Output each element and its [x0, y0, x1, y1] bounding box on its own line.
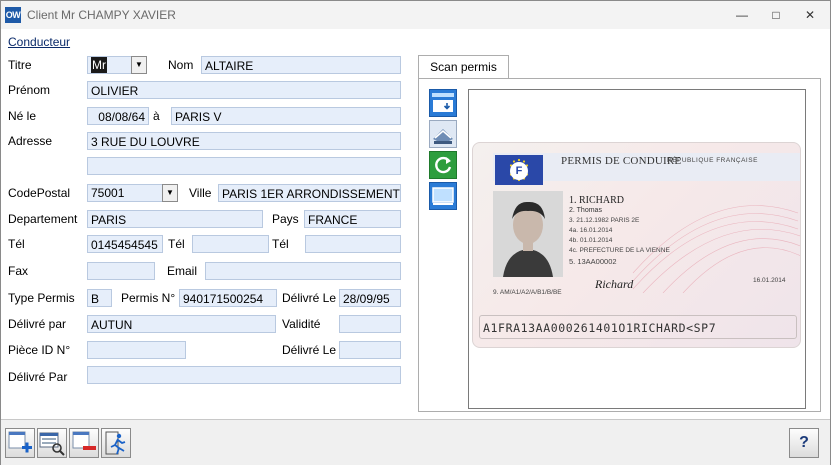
adresse2-field[interactable] [87, 157, 401, 175]
codepostal-label: CodePostal [8, 186, 71, 200]
prenom-field[interactable]: OLIVIER [87, 81, 401, 99]
view-glyph [432, 187, 454, 205]
card-title: PERMIS DE CONDUIRE [561, 155, 682, 167]
chevron-down-icon[interactable]: ▼ [131, 56, 147, 74]
licence-photo [493, 191, 563, 277]
close-icon[interactable]: ✕ [799, 5, 821, 25]
type-permis-label: Type Permis [8, 291, 75, 305]
departement-label: Departement [8, 212, 78, 226]
card-number-line: 5. 13AA00002 [569, 257, 617, 266]
rotate-glyph [435, 156, 452, 174]
delete-icon [72, 431, 96, 450]
scan-preview: F PERMIS DE CONDUIRE RÉPUBLIQUE FRANÇAIS… [468, 89, 806, 409]
tel-label: Tél [8, 237, 25, 251]
help-button[interactable]: ? [789, 428, 819, 458]
form-area: Conducteur Titre Mr ▼ Nom ALTAIRE Prénom… [1, 29, 830, 419]
country-badge: F [510, 162, 528, 180]
permis-no-field[interactable]: 940171500254 [179, 289, 277, 307]
client-window: OW Client Mr CHAMPY XAVIER — □ ✕ Conduct… [0, 0, 831, 465]
scan-panel: F PERMIS DE CONDUIRE RÉPUBLIQUE FRANÇAIS… [418, 78, 821, 412]
delivre-par-field[interactable]: AUTUN [87, 315, 276, 333]
card-signature: Richard [595, 277, 634, 291]
ne-le-label: Né le [8, 109, 37, 123]
titre-value: Mr [91, 57, 107, 73]
titre-label: Titre [8, 58, 32, 72]
adresse-field[interactable]: 3 RUE DU LOUVRE [87, 132, 401, 150]
email-field[interactable] [205, 262, 401, 280]
delivre-le-label: Délivré Le [282, 291, 337, 305]
card-subtitle: RÉPUBLIQUE FRANÇAISE [667, 157, 758, 164]
piece-id-field[interactable] [87, 341, 186, 359]
pays-label: Pays [272, 212, 299, 226]
portrait-glyph [493, 191, 563, 277]
tel3-field[interactable] [305, 235, 401, 253]
search-record-icon [39, 432, 65, 456]
adresse-label: Adresse [8, 134, 53, 148]
piece-delivre-par-field[interactable] [87, 366, 401, 384]
tel2-field[interactable] [192, 235, 269, 253]
chevron-down-icon[interactable]: ▼ [162, 184, 178, 202]
permis-no-label: Permis N° [121, 291, 176, 305]
tel1-field[interactable]: 0145454545 [87, 235, 163, 253]
validite-label: Validité [282, 317, 321, 331]
nom-label: Nom [168, 58, 194, 72]
add-icon [8, 431, 32, 453]
scanner-download-icon[interactable] [429, 89, 457, 117]
delivre-par-label: Délivré par [8, 317, 67, 331]
card-issue-line: 4a. 16.01.2014 [569, 227, 613, 234]
exit-icon [105, 431, 126, 455]
birthplace-field[interactable]: PARIS V [171, 107, 401, 125]
pays-field[interactable]: FRANCE [304, 210, 401, 228]
maximize-icon[interactable]: □ [765, 5, 787, 25]
tab-scan-permis[interactable]: Scan permis [418, 55, 509, 80]
title-bar: OW Client Mr CHAMPY XAVIER — □ ✕ [1, 1, 830, 29]
card-surname: 1. RICHARD [569, 195, 625, 206]
card-given-name: 2. Thomas [569, 207, 602, 214]
card-expiry-line: 4b. 01.01.2014 [569, 237, 613, 244]
scanner-icon[interactable] [429, 120, 457, 148]
fax-field[interactable] [87, 262, 155, 280]
card-mrz: A1FRA13AA000261401O1RICHARD<SP7 [483, 321, 717, 335]
piece-delivre-le-label: Délivré Le [282, 343, 337, 357]
tel2-label: Tél [168, 237, 185, 251]
card-date-right: 16.01.2014 [753, 277, 786, 284]
departement-field[interactable]: PARIS [87, 210, 263, 228]
card-categories-line: 9. AM/A1/A2/A/B1/B/BE [493, 289, 562, 296]
piece-id-label: Pièce ID N° [8, 343, 71, 357]
titre-select[interactable]: Mr ▼ [87, 56, 147, 74]
card-birth-line: 3. 21.12.1982 PARIS 2E [569, 217, 640, 224]
scanner-download-glyph [432, 93, 454, 112]
search-record-button[interactable] [37, 428, 67, 458]
email-label: Email [167, 264, 198, 278]
card-authority-line: 4c. PREFECTURE DE LA VIENNE [569, 247, 670, 254]
piece-delivre-par-label: Délivré Par [8, 370, 68, 384]
exit-button[interactable] [101, 428, 131, 458]
minimize-icon[interactable]: — [731, 5, 753, 25]
codepostal-value: 75001 [91, 186, 125, 200]
bottom-toolbar: ? [1, 419, 830, 465]
ville-label: Ville [189, 186, 212, 200]
nom-field[interactable]: ALTAIRE [201, 56, 401, 74]
validite-field[interactable] [339, 315, 401, 333]
tel3-label: Tél [272, 237, 289, 251]
birthplace-at-label: à [153, 109, 160, 123]
view-icon[interactable] [429, 182, 457, 210]
add-button[interactable] [5, 428, 35, 458]
fax-label: Fax [8, 264, 29, 278]
app-icon: OW [5, 7, 21, 23]
rotate-icon[interactable] [429, 151, 457, 179]
scanner-glyph [433, 129, 453, 144]
section-conducteur-link[interactable]: Conducteur [8, 35, 70, 49]
driving-licence-image: F PERMIS DE CONDUIRE RÉPUBLIQUE FRANÇAIS… [472, 142, 801, 348]
type-permis-field[interactable]: B [87, 289, 112, 307]
delivre-le-field[interactable]: 28/09/95 [339, 289, 401, 307]
piece-delivre-le-field[interactable] [339, 341, 401, 359]
prenom-label: Prénom [8, 83, 51, 97]
delete-button[interactable] [69, 428, 99, 458]
birthdate-field[interactable]: 08/08/64 [87, 107, 149, 125]
codepostal-select[interactable]: 75001 ▼ [87, 184, 178, 202]
ville-field[interactable]: PARIS 1ER ARRONDISSEMENT [218, 184, 401, 202]
card-security-pattern [632, 205, 800, 293]
window-title: Client Mr CHAMPY XAVIER [27, 8, 176, 22]
